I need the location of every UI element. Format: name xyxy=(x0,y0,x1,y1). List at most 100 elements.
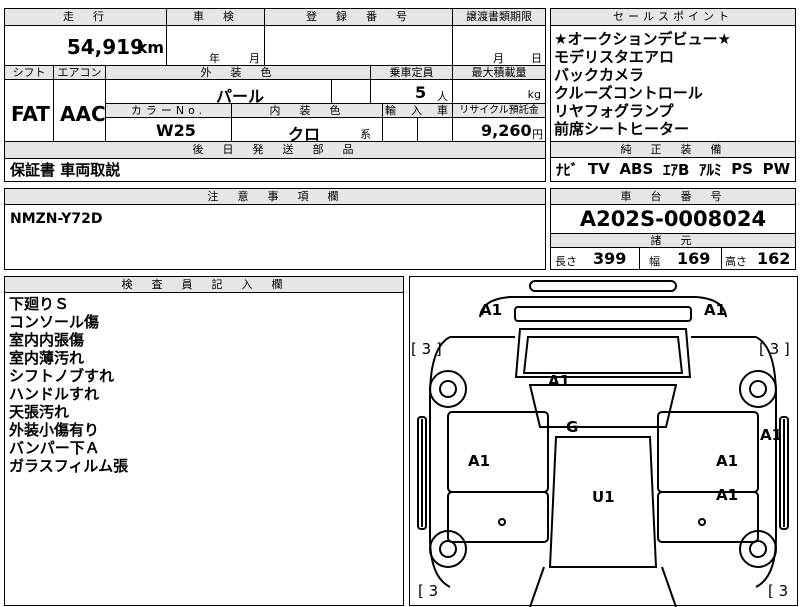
mileage-cell: 54,919 km xyxy=(5,25,166,65)
capacity-value: 5 xyxy=(415,83,427,102)
transfer-month: 月 xyxy=(493,52,504,65)
aircon-value: AAC xyxy=(60,102,106,126)
diagram-mark-right-front: A1 xyxy=(716,452,739,470)
capacity-header: 乗車定員 xyxy=(370,65,452,79)
equipment-item: TV xyxy=(587,160,610,178)
parts-value: 保証書 車両取説 xyxy=(5,158,545,180)
transfer-day: 日 xyxy=(531,52,542,65)
tire-mark-front-left: [ 3 ] xyxy=(411,340,442,358)
interior-header: 内 装 色 xyxy=(231,103,382,117)
interior-cell: クロ 系 xyxy=(231,117,382,144)
spec-divider xyxy=(721,248,722,269)
shift-value: FAT xyxy=(11,102,50,126)
import-cell xyxy=(382,117,452,142)
recycle-header: リサイクル預託金 xyxy=(452,103,545,117)
recycle-cell: 9,260 円 xyxy=(452,117,545,141)
notes-section: 注 意 事 項 欄 NMZN-Y72D xyxy=(4,188,546,270)
aircon-header: エアコン xyxy=(53,65,105,79)
diagram-mark-left-front: A1 xyxy=(468,452,491,470)
shaken-year: 年 xyxy=(209,52,220,65)
equipment-header: 純 正 装 備 xyxy=(551,142,795,158)
max-load-header: 最大積載量 xyxy=(452,65,545,79)
import-header: 輸 入 車 xyxy=(382,103,452,117)
length-value: 399 xyxy=(593,249,627,268)
equipment-item: PS xyxy=(731,160,753,178)
parts-section: 後 日 発 送 部 品 保証書 車両取説 xyxy=(4,142,546,182)
diagram-mark-top-right: A1 xyxy=(704,301,727,319)
mileage-unit: km xyxy=(136,38,164,57)
car-outline xyxy=(417,280,789,607)
diagram-mark-right-rear: A1 xyxy=(716,486,739,504)
width-label: 幅 xyxy=(649,255,660,268)
inspector-item: 天張汚れ xyxy=(9,403,70,421)
inspector-header: 検 査 員 記 入 欄 xyxy=(5,277,403,293)
width-value: 169 xyxy=(677,249,711,268)
color-header: 外 装 色 xyxy=(105,65,370,79)
parts-header: 後 日 発 送 部 品 xyxy=(5,142,545,158)
equipment-item: PW xyxy=(762,160,791,178)
equipment-item: ｴｱB xyxy=(662,160,690,179)
load-unit: kg xyxy=(527,88,541,101)
equipment-items: ﾅﾋﾞ TV ABS ｴｱB ｱﾙﾐ PS PW xyxy=(551,158,795,180)
inspector-item: コンソール傷 xyxy=(9,313,100,331)
inspector-item: バンパー下Ａ xyxy=(9,439,100,457)
spec-row: 長さ 399 幅 169 高さ 162 xyxy=(551,248,795,269)
inspector-item: 外装小傷有り xyxy=(9,421,100,439)
interior-suffix: 系 xyxy=(360,128,371,141)
color-no-header: カラーNo. xyxy=(105,103,231,117)
selling-points-section: セールスポイント ★オークションデビュー★ モデリスタエアロ バックカメラ クル… xyxy=(550,8,796,142)
diagram-mark-roof-front: G xyxy=(566,418,579,436)
inspector-item: シフトノブすれ xyxy=(9,367,115,385)
notes-value: NMZN-Y72D xyxy=(10,211,103,227)
diagram-mark-right-side: A1 xyxy=(760,426,783,444)
color-cell: パール xyxy=(105,79,370,106)
selling-point: クルーズコントロール xyxy=(554,84,703,102)
tire-mark-front-right: [ 3 ] xyxy=(759,340,790,358)
capacity-cell: 5 人 xyxy=(370,79,452,103)
diagram-mark-top-left: A1 xyxy=(480,301,503,319)
chassis-header: 車 台 番 号 xyxy=(551,189,795,205)
inspector-item: ハンドルすれ xyxy=(9,385,100,403)
aircon-cell: AAC xyxy=(53,79,106,141)
selling-point: ★オークションデビュー★ xyxy=(554,30,731,48)
color-sub-divider xyxy=(331,80,332,104)
mileage-header: 走 行 xyxy=(5,9,166,25)
selling-point: 前席シートヒーター xyxy=(554,120,690,138)
max-load-cell: kg xyxy=(452,79,545,103)
notes-header: 注 意 事 項 欄 xyxy=(5,189,545,205)
mileage-value: 54,919 xyxy=(66,35,144,59)
selling-point: モデリスタエアロ xyxy=(554,48,675,66)
shaken-month: 月 xyxy=(249,52,260,65)
registration-header: 登 録 番 号 xyxy=(264,9,452,25)
shaken-cell: 年 月 xyxy=(166,25,264,65)
registration-cell xyxy=(264,25,452,65)
selling-point: バックカメラ xyxy=(554,66,645,84)
diagram-mark-hood: A1 xyxy=(548,372,571,390)
shaken-header: 車 検 xyxy=(166,9,264,25)
transfer-cell: 月 日 xyxy=(452,25,545,65)
inspector-item: 室内薄汚れ xyxy=(9,349,85,367)
spec-header: 諸 元 xyxy=(551,233,795,248)
chassis-value: A202S-0008024 xyxy=(579,207,767,231)
top-table: 走 行 車 検 登 録 番 号 譲渡書類期限 54,919 km 年 月 月 日… xyxy=(4,8,546,144)
equipment-item: ﾅﾋﾞ xyxy=(555,160,579,179)
inspector-item: 下廻りＳ xyxy=(9,295,70,313)
import-divider xyxy=(417,118,418,142)
capacity-unit: 人 xyxy=(437,90,448,103)
equipment-section: 純 正 装 備 ﾅﾋﾞ TV ABS ｴｱB ｱﾙﾐ PS PW xyxy=(550,142,796,182)
diagram-mark-roof: U1 xyxy=(592,488,615,506)
transfer-header: 譲渡書類期限 xyxy=(452,9,545,25)
inspector-item: ガラスフィルム張 xyxy=(9,457,129,475)
selling-points-header: セールスポイント xyxy=(551,9,795,26)
height-label: 高さ xyxy=(725,255,747,268)
height-value: 162 xyxy=(757,249,791,268)
equipment-item: ｱﾙﾐ xyxy=(699,160,722,179)
shift-header: シフト xyxy=(5,65,53,79)
tire-mark-rear-left: [ 3 xyxy=(418,582,439,600)
color-no-value: W25 xyxy=(156,121,196,140)
shift-cell: FAT xyxy=(5,79,53,141)
recycle-value: 9,260 xyxy=(481,121,532,140)
spec-divider xyxy=(639,248,640,269)
color-no-cell: W25 xyxy=(105,117,231,141)
inspector-list: 下廻りＳ コンソール傷 室内内張傷 室内薄汚れ シフトノブすれ ハンドルすれ 天… xyxy=(9,295,399,475)
